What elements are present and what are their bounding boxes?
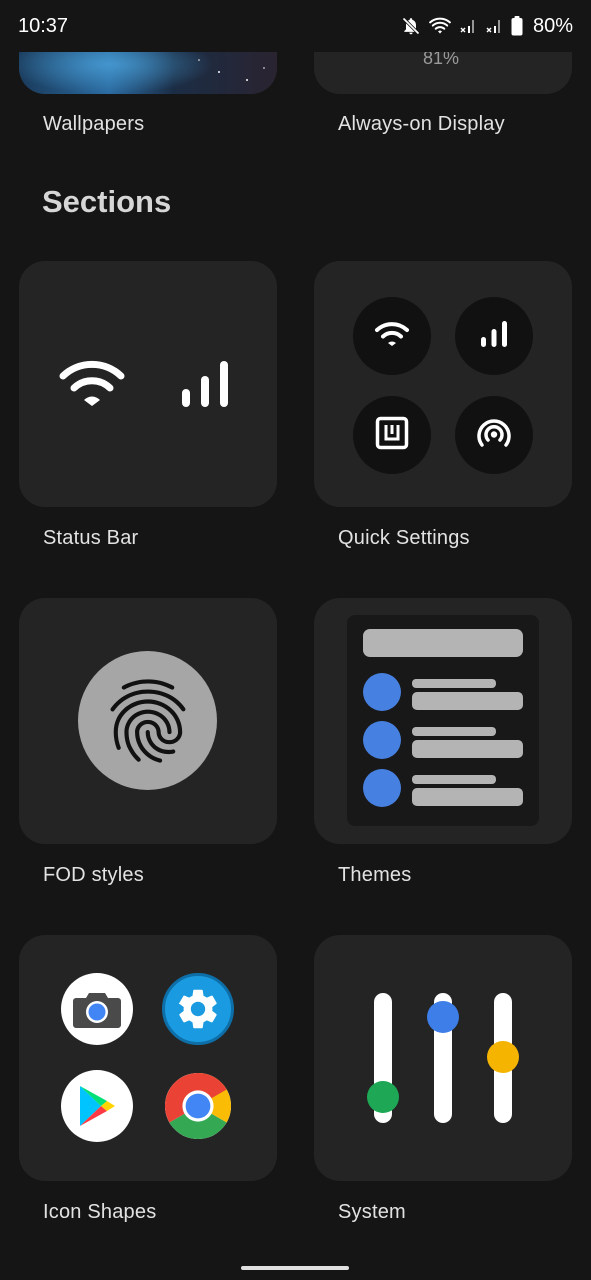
status-icons: 80% [401,15,573,38]
battery-percent: 80% [532,14,573,37]
system-slider-knob-yellow [487,1041,519,1073]
clock: 10:37 [18,14,69,37]
theme-preview-line [412,740,523,758]
icon-shapes-card[interactable] [19,935,277,1181]
theme-preview-header [363,629,523,657]
signal-no-data-icon-2 [485,17,503,35]
chrome-app-icon [162,1070,234,1142]
theme-preview-line [412,727,496,736]
icon-shapes-label: Icon Shapes [43,1201,157,1223]
system-card[interactable] [314,935,572,1181]
system-slider-knob-blue [427,1001,459,1033]
wallpapers-label: Wallpapers [43,113,145,135]
status-bar-label: Status Bar [43,527,139,549]
theme-preview-line [412,775,496,784]
wifi-icon [374,321,410,352]
fod-styles-label: FOD styles [43,864,144,886]
theme-preview-dot [363,673,401,711]
system-slider-knob-green [367,1081,399,1113]
hotspot-icon [476,417,512,454]
theme-preview-line [412,788,523,806]
cellular-signal-icon [480,320,508,353]
status-bar-card[interactable] [19,261,277,507]
settings-app-icon [162,973,234,1045]
themes-card[interactable] [314,598,572,844]
theme-preview-line [412,679,496,688]
theme-preview [347,615,539,826]
theme-preview-dot [363,769,401,807]
qs-nfc-tile [353,396,431,474]
system-status-bar: 10:37 80% [0,0,591,52]
cellular-signal-icon [180,359,230,414]
fingerprint-icon [78,651,217,790]
quick-settings-label: Quick Settings [338,527,470,549]
quick-settings-card[interactable] [314,261,572,507]
theme-preview-dot [363,721,401,759]
wifi-icon [59,359,125,412]
always-on-display-label: Always-on Display [338,113,505,135]
wifi-icon [429,17,451,35]
battery-icon [511,16,523,36]
nfc-icon [375,416,409,455]
play-store-app-icon [61,1070,133,1142]
camera-app-icon [61,973,133,1045]
fod-styles-card[interactable] [19,598,277,844]
sections-heading: Sections [42,184,172,219]
themes-label: Themes [338,864,412,886]
notifications-muted-icon [401,16,421,36]
system-label: System [338,1201,406,1223]
qs-cellular-tile [455,297,533,375]
qs-wifi-tile [353,297,431,375]
signal-no-data-icon-1 [459,17,477,35]
qs-hotspot-tile [455,396,533,474]
gesture-navigation-handle[interactable] [241,1266,349,1270]
theme-preview-line [412,692,523,710]
